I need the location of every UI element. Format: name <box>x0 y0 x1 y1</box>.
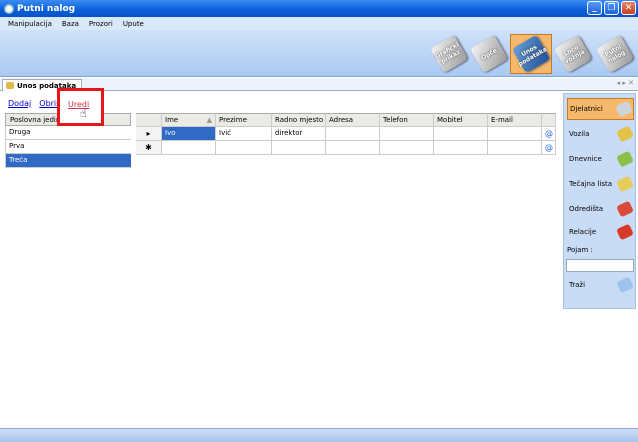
menu-manipulacija[interactable]: Manipulacija <box>8 20 52 28</box>
car-icon <box>616 125 634 143</box>
side-panel: Djelatnici Vozila Dnevnice Tečajna lista… <box>563 93 636 309</box>
table-row[interactable]: ▸ Ivo Ivić direktor @ <box>136 127 556 141</box>
ribbon: Grafički prikaz Opće Unos podataka Loco … <box>0 30 638 77</box>
highlight-box: Uredi ☝ <box>57 88 104 126</box>
ribbon-unos-podataka-button[interactable]: Unos podataka <box>510 34 552 74</box>
email-icon[interactable]: @ <box>542 141 556 155</box>
ribbon-graficki-prikaz-button[interactable]: Grafički prikaz <box>428 34 470 74</box>
side-item-odredista[interactable]: Odredišta <box>567 198 634 220</box>
hand-cursor-icon: ☝ <box>80 107 87 120</box>
new-row-icon: ✱ <box>136 141 162 155</box>
new-row[interactable]: ✱ @ <box>136 141 556 155</box>
ribbon-opce-button[interactable]: Opće <box>468 34 510 74</box>
minimize-button[interactable]: _ <box>587 1 602 15</box>
column-header-adresa[interactable]: Adresa <box>326 113 380 127</box>
dodaj-link[interactable]: Dodaj <box>8 99 31 108</box>
search-button[interactable]: Traži <box>567 274 634 296</box>
menu-prozori[interactable]: Prozori <box>89 20 113 28</box>
column-header-mobitel[interactable]: Mobitel <box>434 113 488 127</box>
employees-icon <box>615 100 633 118</box>
side-item-vozila[interactable]: Vozila <box>567 123 634 145</box>
side-item-djelatnici[interactable]: Djelatnici <box>567 98 634 120</box>
menu-bar: Manipulacija Baza Prozori Upute <box>0 17 638 30</box>
djelatnici-grid: Ime ▲ Prezime Radno mjesto Adresa Telefon… <box>136 113 556 155</box>
route-icon <box>616 223 634 241</box>
folder-icon <box>6 82 14 89</box>
close-button[interactable]: ✕ <box>621 1 636 15</box>
status-bar <box>0 428 638 442</box>
column-header-email[interactable]: E-mail <box>488 113 542 127</box>
search-icon <box>616 276 634 294</box>
email-icon[interactable]: @ <box>542 127 556 141</box>
side-item-tecajna-lista[interactable]: Tečajna lista <box>567 173 634 195</box>
table-cell[interactable]: direktor <box>272 127 326 141</box>
maximize-button[interactable]: ❐ <box>604 1 619 15</box>
side-item-dnevnice[interactable]: Dnevnice <box>567 148 634 170</box>
list-item[interactable]: Prva <box>5 140 131 154</box>
allowance-icon <box>616 150 634 168</box>
window-title: Putni nalog <box>17 3 76 14</box>
pojam-label: Pojam : <box>567 246 593 254</box>
column-header-radno-mjesto[interactable]: Radno mjesto <box>272 113 326 127</box>
exchange-rate-icon <box>616 175 634 193</box>
list-item[interactable]: Druga <box>5 126 131 140</box>
table-cell[interactable]: Ivić <box>216 127 272 141</box>
list-item[interactable]: Treća <box>5 154 131 168</box>
title-bar: Putni nalog _ ❐ ✕ <box>0 0 638 17</box>
sort-arrow-icon: ▲ <box>206 116 212 124</box>
ribbon-loco-voznja-button[interactable]: Loco vožnja <box>552 34 594 74</box>
menu-baza[interactable]: Baza <box>62 20 79 28</box>
chart-tile-icon: Grafički prikaz <box>429 34 469 74</box>
loco-tile-icon: Loco vožnja <box>553 34 593 74</box>
general-tile-icon: Opće <box>469 34 509 74</box>
app-icon <box>4 3 14 14</box>
tab-navigation[interactable]: ◂ ▸ ✕ <box>617 79 634 87</box>
data-entry-tile-icon: Unos podataka <box>511 34 551 74</box>
table-cell[interactable] <box>380 127 434 141</box>
row-header-corner <box>136 113 162 127</box>
column-header-prezime[interactable]: Prezime <box>216 113 272 127</box>
ribbon-putni-nalog-button[interactable]: Putni nalog <box>594 34 636 74</box>
travel-order-tile-icon: Putni nalog <box>595 34 635 74</box>
table-cell[interactable] <box>326 127 380 141</box>
column-header-telefon[interactable]: Telefon <box>380 113 434 127</box>
column-header-ime[interactable]: Ime ▲ <box>162 113 216 127</box>
pojam-input[interactable] <box>566 259 634 272</box>
side-item-relacije[interactable]: Relacije <box>567 221 634 243</box>
current-row-icon: ▸ <box>136 127 162 141</box>
table-cell[interactable] <box>434 127 488 141</box>
menu-upute[interactable]: Upute <box>123 20 144 28</box>
table-cell[interactable]: Ivo <box>162 127 216 141</box>
destination-icon <box>616 200 634 218</box>
table-cell[interactable] <box>488 127 542 141</box>
